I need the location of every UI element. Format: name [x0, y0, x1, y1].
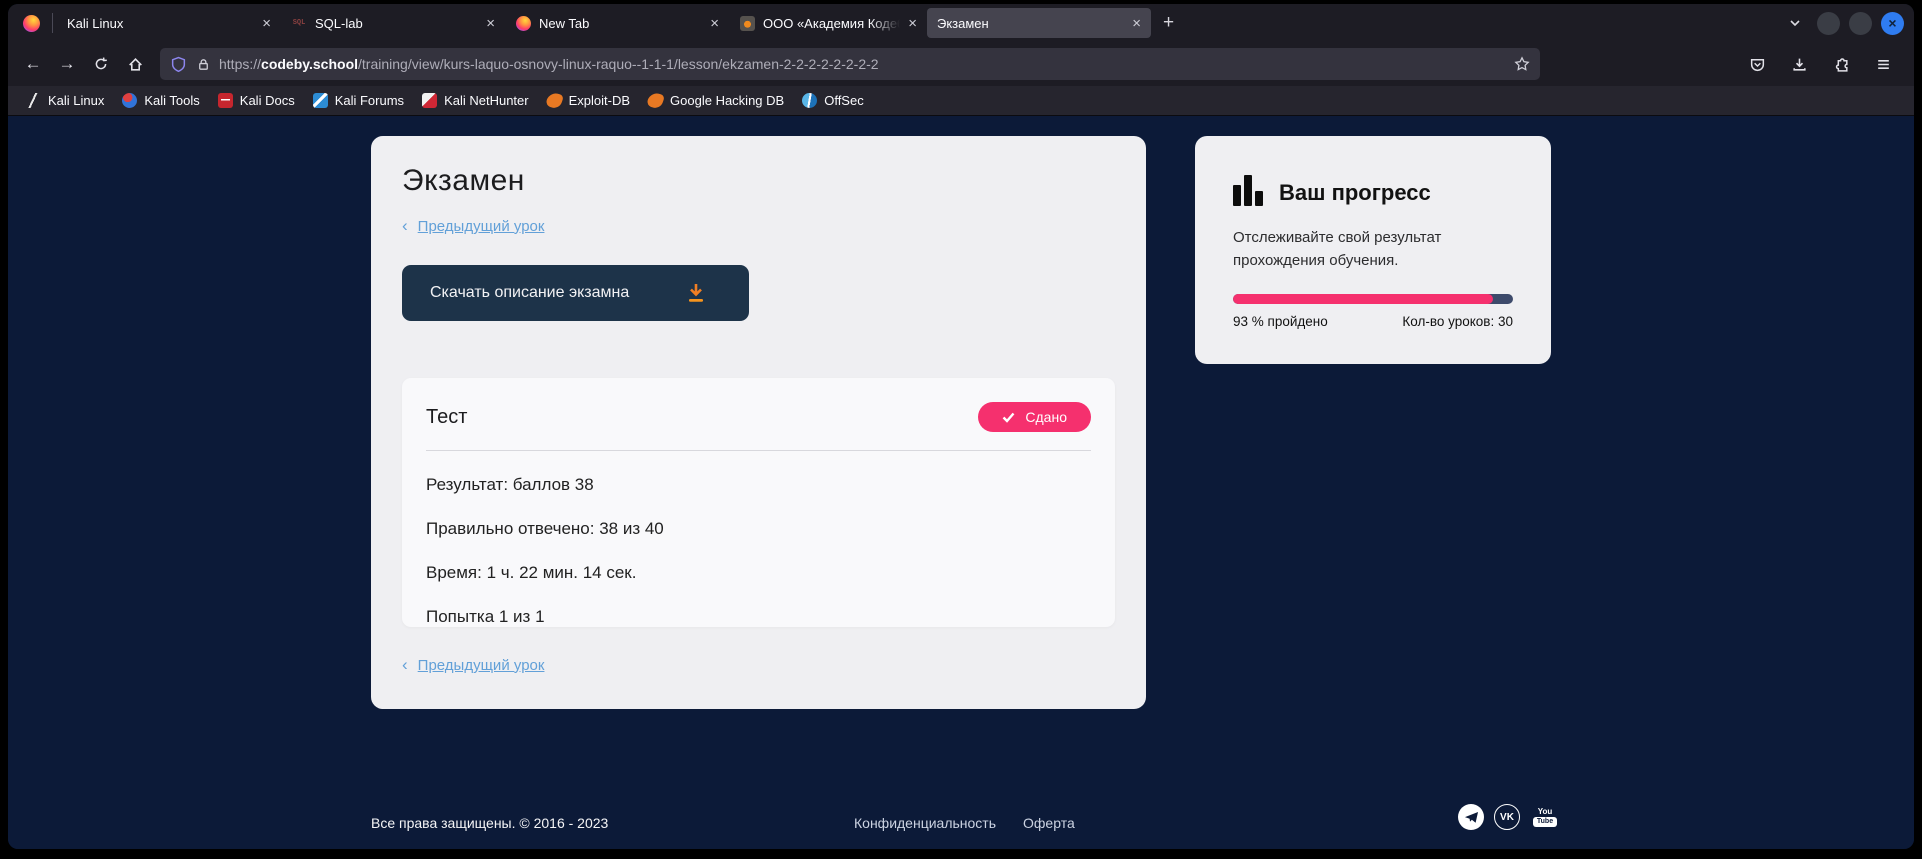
- tab-close-icon[interactable]: ×: [262, 16, 271, 31]
- offsec-icon: [802, 93, 817, 108]
- progress-description: Отслеживайте свой результат прохождения …: [1233, 226, 1483, 273]
- youtube-icon[interactable]: You Tube: [1530, 804, 1560, 830]
- bookmark-kali-nethunter[interactable]: Kali NetHunter: [416, 89, 535, 113]
- previous-lesson-link-top[interactable]: ‹ Предыдущий урок: [402, 216, 1115, 236]
- tab-close-icon[interactable]: ×: [908, 16, 917, 31]
- back-button[interactable]: ←: [16, 48, 50, 80]
- kali-nethunter-icon: [422, 93, 437, 108]
- status-badge-passed: Сдано: [978, 402, 1091, 432]
- url-bar[interactable]: https://codeby.school/training/view/kurs…: [160, 48, 1540, 80]
- reload-button[interactable]: [84, 48, 118, 80]
- firefox-favicon: [515, 15, 531, 31]
- tab-ekzamen-active[interactable]: Экзамен ×: [927, 8, 1151, 38]
- progress-bar-fill: [1233, 294, 1493, 304]
- test-result-card: Тест Сдано Результат: баллов 38 Правильн…: [402, 378, 1115, 627]
- download-exam-description-button[interactable]: Скачать описание экзамна: [402, 265, 749, 321]
- codeby-favicon: [739, 15, 755, 31]
- lock-icon[interactable]: [196, 57, 211, 72]
- new-tab-button[interactable]: +: [1151, 12, 1186, 34]
- tab-close-icon[interactable]: ×: [710, 16, 719, 31]
- exploit-db-icon: [545, 91, 564, 110]
- url-text[interactable]: https://codeby.school/training/view/kurs…: [219, 56, 1514, 72]
- progress-bar: [1233, 294, 1513, 304]
- result-correct: Правильно отвечено: 38 из 40: [426, 519, 1091, 539]
- bookmark-kali-tools[interactable]: Kali Tools: [116, 89, 205, 113]
- tab-codeby-academy[interactable]: ООО «Академия Кодеба ×: [729, 8, 927, 38]
- pocket-icon[interactable]: [1740, 48, 1774, 80]
- url-path: /training/view/kurs-laquo-osnovy-linux-r…: [358, 56, 879, 72]
- page-title: Экзамен: [402, 164, 1115, 198]
- privacy-link[interactable]: Конфиденциальность: [854, 815, 996, 831]
- close-window-button[interactable]: ×: [1881, 12, 1904, 35]
- previous-lesson-link-bottom[interactable]: ‹ Предыдущий урок: [402, 655, 1115, 675]
- bookmark-offsec[interactable]: OffSec: [796, 89, 870, 113]
- bookmark-star-icon[interactable]: [1514, 56, 1530, 72]
- tab-title: New Tab: [539, 16, 702, 31]
- kali-forums-icon: [313, 93, 328, 108]
- telegram-icon[interactable]: [1458, 804, 1484, 830]
- result-score: Результат: баллов 38: [426, 475, 1091, 495]
- navigation-toolbar: ← → https://codeby.school/traini: [8, 42, 1914, 86]
- chevron-left-icon: ‹: [402, 655, 408, 675]
- url-scheme: https://: [219, 56, 261, 72]
- forward-button[interactable]: →: [50, 48, 84, 80]
- bookmark-kali-linux[interactable]: Kali Linux: [20, 89, 110, 113]
- shield-icon[interactable]: [170, 56, 187, 73]
- exam-card: Экзамен ‹ Предыдущий урок Скачать описан…: [371, 136, 1146, 709]
- home-button[interactable]: [118, 48, 152, 80]
- lessons-count-label: Кол-во уроков: 30: [1402, 314, 1513, 329]
- copyright-text: Все права защищены. © 2016 - 2023: [371, 815, 608, 831]
- menu-hamburger-icon[interactable]: [1866, 48, 1900, 80]
- firefox-icon: [23, 15, 40, 32]
- maximize-button[interactable]: [1849, 12, 1872, 35]
- downloads-icon[interactable]: [1782, 48, 1816, 80]
- chevron-left-icon: ‹: [402, 216, 408, 236]
- bookmarks-bar: Kali Linux Kali Tools Kali Docs Kali For…: [8, 86, 1914, 116]
- tab-kali-linux[interactable]: Kali Linux ×: [57, 8, 281, 38]
- tab-close-icon[interactable]: ×: [486, 16, 495, 31]
- progress-percent-label: 93 % пройдено: [1233, 314, 1328, 329]
- tab-title: Экзамен: [937, 16, 1124, 31]
- tab-title: ООО «Академия Кодеба: [763, 16, 900, 31]
- test-title: Тест: [426, 406, 467, 429]
- kali-tools-icon: [122, 93, 137, 108]
- bookmark-kali-docs[interactable]: Kali Docs: [212, 89, 301, 113]
- list-all-tabs-chevron-icon[interactable]: [1787, 15, 1803, 31]
- offer-link[interactable]: Оферта: [1023, 815, 1075, 831]
- url-domain: codeby.school: [261, 56, 358, 72]
- check-icon: [1002, 412, 1015, 423]
- bookmark-google-hacking-db[interactable]: Google Hacking DB: [642, 89, 790, 113]
- sql-favicon: SQL: [291, 15, 307, 31]
- page-content: Экзамен ‹ Предыдущий урок Скачать описан…: [8, 116, 1914, 849]
- result-time: Время: 1 ч. 22 мин. 14 сек.: [426, 563, 1091, 583]
- tab-title: SQL-lab: [315, 16, 478, 31]
- ghdb-icon: [646, 91, 665, 110]
- progress-card: Ваш прогресс Отслеживайте свой результат…: [1195, 136, 1551, 364]
- kali-dragon-icon: [26, 93, 41, 108]
- window-controls: ×: [1817, 12, 1904, 35]
- bookmark-kali-forums[interactable]: Kali Forums: [307, 89, 410, 113]
- download-icon: [683, 280, 709, 306]
- tab-bar: Kali Linux × SQL SQL-lab × New Tab × ООО…: [8, 4, 1914, 42]
- tab-title: Kali Linux: [67, 16, 254, 31]
- browser-window: Kali Linux × SQL SQL-lab × New Tab × ООО…: [8, 4, 1914, 849]
- extensions-puzzle-icon[interactable]: [1824, 48, 1858, 80]
- firefox-view-button[interactable]: [14, 9, 48, 37]
- result-attempt: Попытка 1 из 1: [426, 607, 1091, 627]
- kali-docs-icon: [218, 93, 233, 108]
- tab-new-tab[interactable]: New Tab ×: [505, 8, 729, 38]
- tab-separator: [52, 13, 53, 33]
- bar-chart-icon: [1233, 174, 1263, 206]
- bookmark-exploit-db[interactable]: Exploit-DB: [541, 89, 636, 113]
- tab-close-icon[interactable]: ×: [1132, 16, 1141, 31]
- tab-sql-lab[interactable]: SQL SQL-lab ×: [281, 8, 505, 38]
- minimize-button[interactable]: [1817, 12, 1840, 35]
- progress-title: Ваш прогресс: [1279, 182, 1431, 206]
- vk-icon[interactable]: VK: [1494, 804, 1520, 830]
